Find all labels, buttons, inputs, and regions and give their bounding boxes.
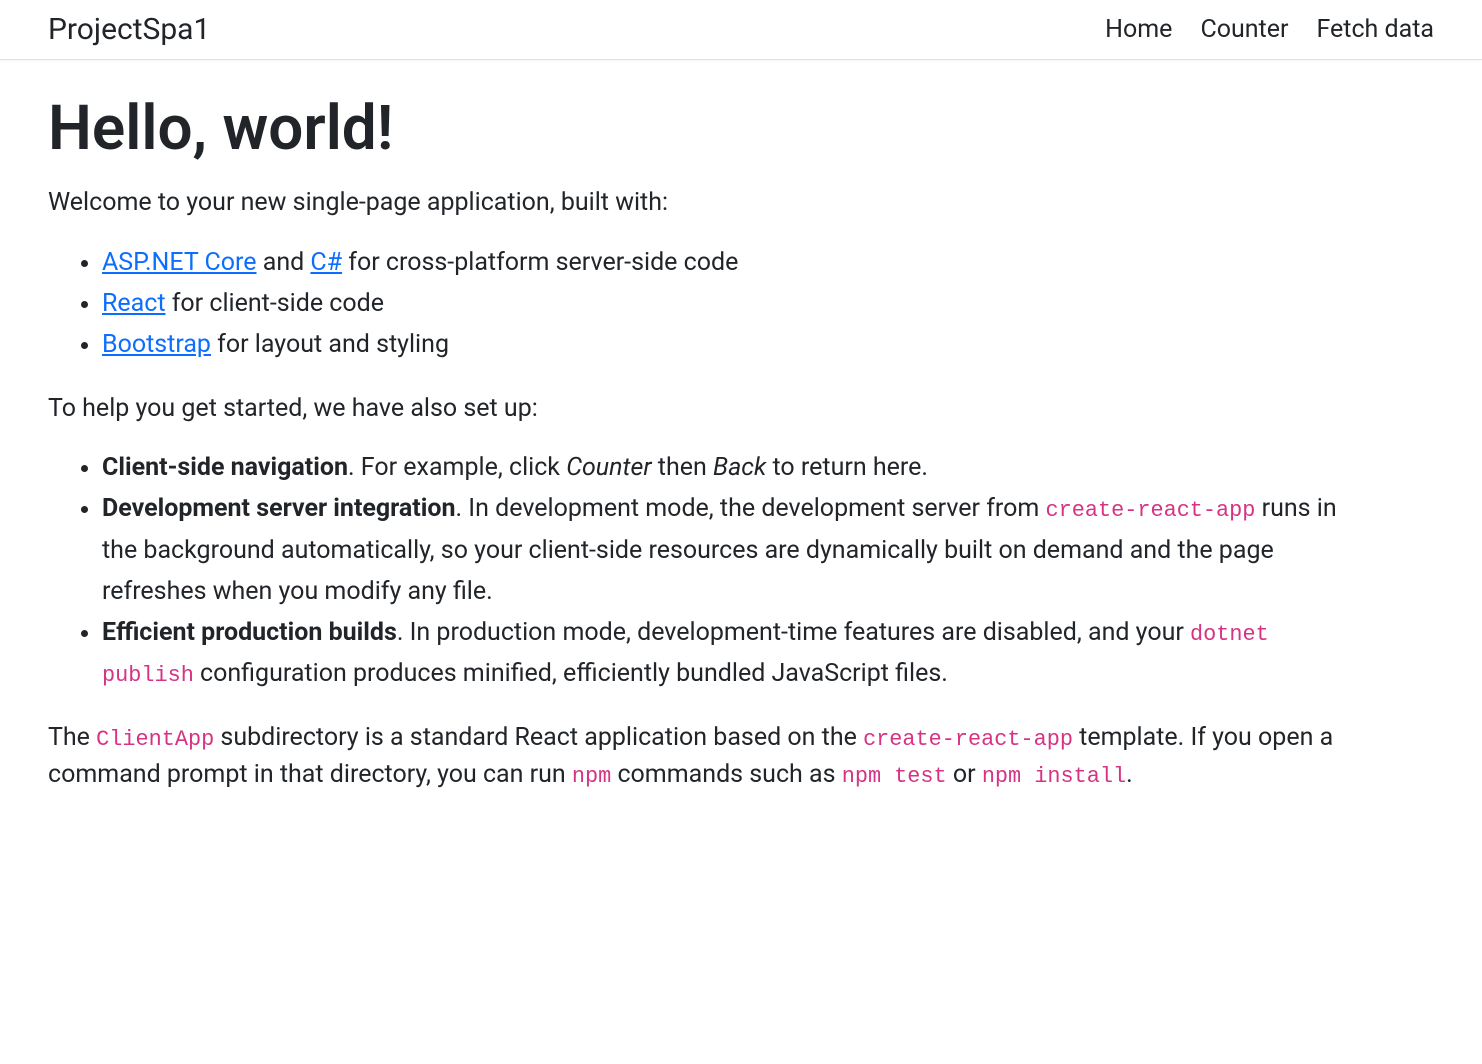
list-item: ASP.NET Core and C# for cross-platform s… (102, 242, 1352, 283)
code-create-react-app: create-react-app (863, 727, 1073, 752)
code-create-react-app: create-react-app (1046, 498, 1256, 523)
text-span: to return here. (766, 453, 928, 482)
text-span: for layout and styling (211, 330, 449, 359)
page-title: Hello, world! (48, 92, 1352, 166)
text-span: then (652, 453, 713, 482)
list-item: Bootstrap for layout and styling (102, 324, 1352, 365)
text-span: commands such as (611, 760, 841, 789)
feature-title: Efficient production builds (102, 618, 397, 647)
code-clientapp: ClientApp (96, 727, 214, 752)
main-content: Hello, world! Welcome to your new single… (0, 60, 1400, 846)
feature-title: Development server integration (102, 494, 456, 523)
list-item: React for client-side code (102, 283, 1352, 324)
text-span: . (1126, 760, 1133, 789)
link-csharp[interactable]: C# (310, 248, 342, 277)
nav-link-home[interactable]: Home (1105, 15, 1172, 44)
text-span: and (257, 248, 311, 277)
emphasis: Back (713, 453, 766, 482)
navbar-nav: Home Counter Fetch data (1105, 15, 1434, 44)
closing-paragraph: The ClientApp subdirectory is a standard… (48, 719, 1352, 795)
feature-title: Client-side navigation (102, 453, 348, 482)
text-span: configuration produces minified, efficie… (194, 659, 948, 688)
code-npm-install: npm install (982, 764, 1126, 789)
text-span: . In development mode, the development s… (456, 494, 1046, 523)
emphasis: Counter (566, 453, 651, 482)
text-span: for client-side code (166, 289, 384, 318)
tech-list: ASP.NET Core and C# for cross-platform s… (48, 242, 1352, 366)
list-item: Development server integration. In devel… (102, 488, 1352, 612)
code-npm: npm (572, 764, 611, 789)
text-span: for cross-platform server-side code (342, 248, 738, 277)
text-span: . For example, click (348, 453, 566, 482)
subheading-paragraph: To help you get started, we have also se… (48, 390, 1352, 428)
link-aspnet-core[interactable]: ASP.NET Core (102, 248, 257, 277)
features-list: Client-side navigation. For example, cli… (48, 447, 1352, 695)
link-react[interactable]: React (102, 289, 166, 318)
text-span: . In production mode, development-time f… (397, 618, 1190, 647)
code-npm-test: npm test (842, 764, 947, 789)
list-item: Efficient production builds. In producti… (102, 612, 1352, 695)
nav-link-counter[interactable]: Counter (1200, 15, 1288, 44)
navbar: ProjectSpa1 Home Counter Fetch data (0, 0, 1482, 60)
navbar-brand[interactable]: ProjectSpa1 (48, 12, 210, 47)
text-span: subdirectory is a standard React applica… (214, 723, 863, 752)
link-bootstrap[interactable]: Bootstrap (102, 330, 211, 359)
nav-link-fetch-data[interactable]: Fetch data (1316, 15, 1434, 44)
list-item: Client-side navigation. For example, cli… (102, 447, 1352, 488)
intro-paragraph: Welcome to your new single-page applicat… (48, 184, 1352, 222)
text-span: The (48, 723, 96, 752)
text-span: or (947, 760, 982, 789)
